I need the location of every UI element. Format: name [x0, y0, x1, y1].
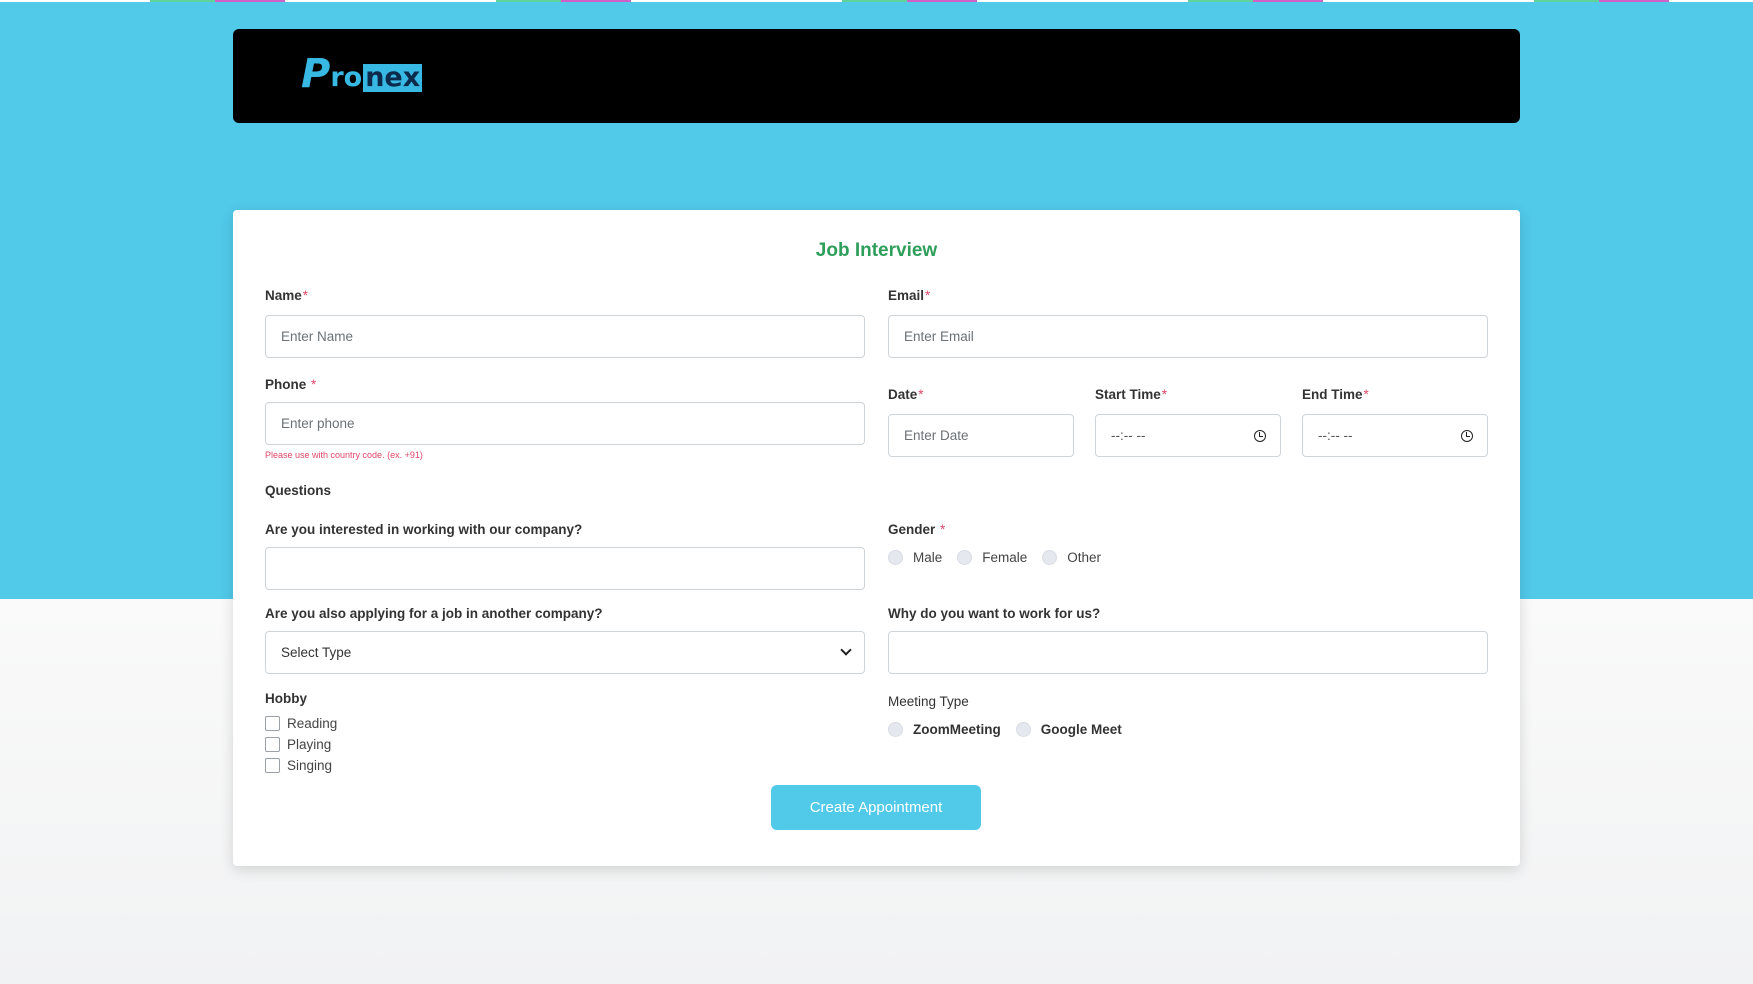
start-time-input[interactable]: --:-- --: [1095, 414, 1281, 457]
appointment-form-card: Job Interview Name* Enter Name Email* En…: [233, 210, 1520, 866]
interested-question-label: Are you interested in working with our c…: [265, 522, 583, 537]
start-time-label: Start Time*: [1095, 387, 1168, 402]
top-stripe: [0, 0, 1753, 2]
hobby-label: Hobby: [265, 691, 307, 706]
interested-answer-input[interactable]: [265, 547, 865, 590]
other-company-select[interactable]: Select Type: [265, 631, 865, 674]
end-time-label: End Time*: [1302, 387, 1369, 402]
phone-input[interactable]: Enter phone: [265, 402, 865, 445]
radio-icon[interactable]: [1015, 722, 1031, 737]
radio-icon[interactable]: [1042, 550, 1058, 565]
other-company-question-label: Are you also applying for a job in anoth…: [265, 606, 603, 621]
clock-icon[interactable]: [1461, 429, 1473, 442]
why-question-label: Why do you want to work for us?: [888, 606, 1101, 621]
radio-icon[interactable]: [888, 550, 903, 565]
chevron-down-icon: [840, 644, 852, 656]
form-title: Job Interview: [815, 240, 938, 261]
date-label: Date*: [888, 387, 924, 402]
phone-hint: Please use with country code. (ex. +91): [265, 450, 423, 460]
meeting-type-label: Meeting Type: [888, 694, 969, 709]
email-input[interactable]: Enter Email: [888, 315, 1488, 358]
checkbox-icon[interactable]: [265, 758, 280, 773]
site-header: P ro nex: [233, 29, 1520, 123]
end-time-input[interactable]: --:-- --: [1302, 414, 1488, 457]
meeting-type-radio-group: ZoomMeeting Google Meet: [888, 722, 1137, 737]
clock-icon[interactable]: [1254, 429, 1266, 442]
name-label: Name*: [265, 288, 309, 303]
hobby-option-playing[interactable]: Playing: [265, 737, 331, 752]
checkbox-icon[interactable]: [265, 716, 280, 731]
end-time-value: --:-- --: [1318, 428, 1353, 443]
checkbox-icon[interactable]: [265, 737, 280, 752]
gender-option-female[interactable]: Female: [957, 550, 1027, 565]
radio-icon[interactable]: [957, 550, 973, 565]
why-answer-input[interactable]: [888, 631, 1488, 674]
meeting-option-zoom[interactable]: ZoomMeeting: [888, 722, 1001, 737]
gender-label: Gender *: [888, 522, 946, 537]
select-value: Select Type: [281, 645, 352, 660]
name-input[interactable]: Enter Name: [265, 315, 865, 358]
hobby-option-reading[interactable]: Reading: [265, 716, 337, 731]
start-time-value: --:-- --: [1111, 428, 1146, 443]
phone-label: Phone *: [265, 377, 317, 392]
radio-icon[interactable]: [888, 722, 903, 737]
create-appointment-button[interactable]: Create Appointment: [771, 785, 981, 830]
gender-option-other[interactable]: Other: [1042, 550, 1101, 565]
pronex-logo[interactable]: P ro nex: [301, 54, 423, 94]
gender-radio-group: Male Female Other: [888, 550, 1116, 565]
date-input[interactable]: Enter Date: [888, 414, 1074, 457]
hobby-option-singing[interactable]: Singing: [265, 758, 332, 773]
meeting-option-google-meet[interactable]: Google Meet: [1015, 722, 1122, 737]
gender-option-male[interactable]: Male: [888, 550, 942, 565]
questions-heading: Questions: [265, 483, 332, 498]
email-label: Email*: [888, 288, 931, 303]
